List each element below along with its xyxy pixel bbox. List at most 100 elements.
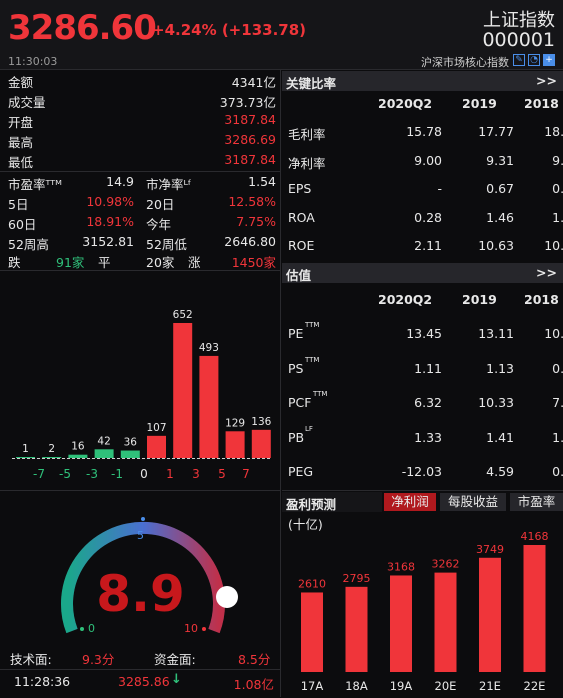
distribution-bar-label: 493 [199,342,219,354]
score-panel: 5 0 10 8.9 技术面: 9.3分 资金面: 8.5分 11:28:36 … [0,490,281,697]
row-low: 最低 3187.84 [8,152,276,170]
volume-value: 373.73亿 [219,95,276,110]
tick-price: 3285.86 [118,674,170,689]
distribution-bar-label: 652 [173,309,193,321]
header: 3286.60 +4.24% (+133.78) 11:30:03 上证指数 0… [0,0,563,70]
ratio-cell: 1.48 [552,209,563,225]
col-header: 2019 [462,292,497,307]
gauge-mid-dot [141,517,145,521]
profit-chart: 2610 17A 2795 18A 3168 19A 3262 20E 3749 21E 4168 2… [298,530,549,693]
ratio-row-label: 净利率 [288,155,326,171]
profit-bar [479,557,501,672]
distribution-bar [68,454,88,458]
ratio-cell: 17.77 [478,124,514,139]
distribution-bar [225,431,245,458]
add-icon[interactable]: + [543,54,555,66]
col-header: 2020Q2 [378,292,433,307]
ratio-cell: 0.62 [552,181,563,196]
row-high: 最高 3286.69 [8,132,276,150]
w52l-label: 52周低 [146,237,187,252]
ratio-cell: - [437,181,442,196]
distribution-tick-label: 1 [166,467,174,481]
valuation-row-label: PEG [288,464,314,479]
ratios-title: 关键比率 [286,76,337,91]
col-header: 2020Q2 [378,96,433,111]
ytd-value: 7.75% [236,214,276,229]
quote-time: 11:30:03 [8,55,58,68]
row-open: 开盘 3187.84 [8,112,276,130]
edit-icon[interactable]: ✎ [513,54,525,66]
valuation-cell: 1.33 [414,429,442,445]
ratio-row-label: EPS [288,181,312,196]
distribution-tick-label: 7 [242,467,250,481]
valuation-cell: 6.32 [414,395,442,410]
valuation-row-label: PB [288,429,305,445]
ratio-cell: 10.63 [478,238,514,253]
gauge-min-dot [80,627,84,631]
distribution-tick-label: -7 [33,467,45,481]
up-label: 涨 [188,255,201,270]
valuation-cell: 1.41 [486,429,514,445]
valuation-cell: 1.24 [552,429,563,445]
profit-bar-label: 3262 [432,558,460,571]
valuation-cell: 10.99 [544,326,563,341]
distribution-tick-label: 5 [218,467,226,481]
ratio-cell: 9.31 [486,152,514,168]
profit-forecast-panel: 盈利预测 净利润 每股收益 市盈率 (十亿) 2610 17A 2795 18A 316… [282,490,563,697]
ytd-label: 今年 [146,217,172,232]
fund-score: 8.5分 [238,652,271,667]
valuation-row-sup: TTM [305,321,320,329]
tick-amount: 1.08亿 [233,677,274,692]
valuation-more-button[interactable]: >> [536,265,557,280]
d5-label: 5日 [8,197,29,212]
gauge-score: 8.9 [96,565,185,623]
valuation-cell: 1.11 [414,360,442,376]
distribution-bar [147,435,166,458]
profit-bar-label: 2795 [343,572,371,585]
tech-label: 技术面: [10,652,52,667]
profit-category-label: 19A [390,679,413,693]
profit-category-label: 22E [524,679,546,693]
valuation-cell: 13.11 [478,326,514,341]
ratio-cell: 9.13 [552,152,563,168]
distribution-bar-label: 42 [97,435,110,447]
distribution-bar-label: 129 [225,417,245,429]
profit-bar-label: 2610 [298,577,326,590]
ratios-more-button[interactable]: >> [536,73,557,88]
flat-count: 20家 [146,255,175,270]
bell-icon[interactable]: ◔ [528,54,540,66]
col-header: 2019 [462,96,497,111]
w52h-label: 52周高 [8,237,49,252]
valuation-cell: 1.13 [486,360,514,376]
divider [0,669,281,670]
profit-bar [345,586,368,672]
ratio-cell: 9.00 [414,152,442,168]
valuation-row-sup: TTM [305,355,320,364]
w52h-value: 3152.81 [82,234,134,249]
d60-value: 18.91% [86,214,134,229]
col-header: 2018 [524,96,559,111]
pb-value: 1.54 [248,174,276,189]
d20-value: 12.58% [228,194,276,209]
valuation-cell: 10.33 [478,395,514,410]
ratio-cell: 0.28 [414,209,442,225]
down-label: 跌 [8,255,21,270]
ratio-cell: 2.11 [414,238,442,253]
high-value: 3286.69 [224,132,276,147]
valuation-row-sup: TTM [313,390,328,398]
down-count: 91家 [56,255,85,270]
gauge-min-label: 0 [88,622,95,635]
pb-label: 市净率ᴸᶠ [146,177,192,192]
volume-label: 成交量 [8,95,46,110]
high-label: 最高 [8,135,34,150]
gauge-mid-label: 5 [137,529,144,542]
valuation-cell: 7.71 [552,395,563,410]
distribution-bar [94,449,114,458]
distribution-tick-label: -5 [59,467,71,481]
ratio-row-label: ROE [288,238,315,253]
price-change: +4.24% (+133.78) [152,21,306,39]
valuation-cell: 13.45 [406,326,442,341]
profit-bar-label: 3168 [387,560,415,573]
index-code: 000001 [482,29,555,51]
distribution-tick-label: -1 [111,467,123,481]
